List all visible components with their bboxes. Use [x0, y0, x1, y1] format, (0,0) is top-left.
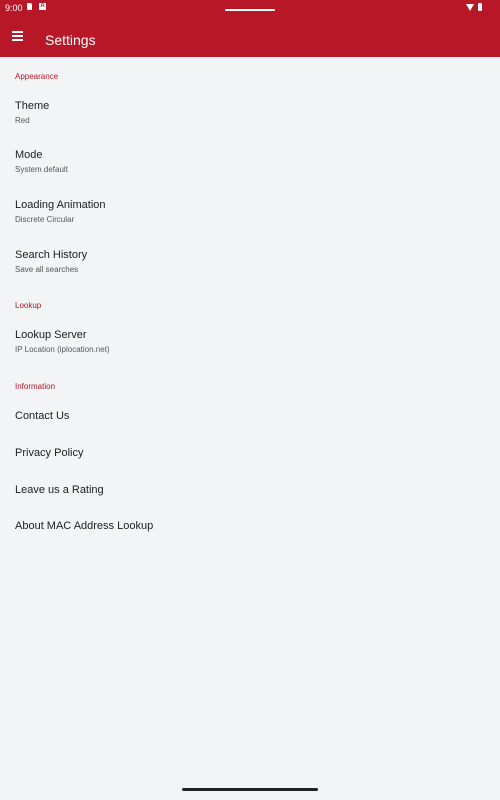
section-header-information: Information	[15, 382, 56, 391]
sim-card-icon	[27, 3, 32, 10]
setting-title-theme: Theme	[15, 100, 50, 112]
setting-item-privacy-policy[interactable]: Privacy Policy	[0, 435, 500, 472]
setting-value-loading-animation: Discrete Circular	[15, 215, 75, 224]
setting-item-mode[interactable]: Mode System default	[0, 137, 500, 186]
setting-title-lookup-server: Lookup Server	[15, 329, 87, 341]
menu-line	[12, 39, 23, 41]
accessibility-a-icon: A	[39, 3, 46, 10]
setting-item-lookup-server[interactable]: Lookup Server IP Location (iplocation.ne…	[0, 319, 500, 369]
hamburger-menu-icon[interactable]	[10, 25, 26, 45]
setting-value-lookup-server: IP Location (iplocation.net)	[15, 345, 110, 354]
setting-item-about[interactable]: About MAC Address Lookup	[0, 509, 500, 546]
status-right-icons	[466, 3, 482, 11]
menu-line	[12, 31, 23, 33]
setting-value-search-history: Save all searches	[15, 265, 79, 274]
section-header-appearance: Appearance	[15, 72, 59, 81]
setting-item-loading-animation[interactable]: Loading Animation Discrete Circular	[0, 186, 500, 235]
setting-item-search-history[interactable]: Search History Save all searches	[0, 235, 500, 285]
battery-icon	[478, 3, 482, 11]
status-bar-pill	[225, 9, 275, 11]
setting-item-leave-rating[interactable]: Leave us a Rating	[0, 472, 500, 509]
app-bar: Settings	[0, 16, 500, 57]
setting-title-search-history: Search History	[15, 249, 88, 261]
menu-line	[12, 35, 23, 37]
wifi-icon	[466, 3, 474, 11]
setting-value-theme: Red	[15, 116, 30, 125]
setting-title-about: About MAC Address Lookup	[15, 520, 154, 532]
setting-title-loading-animation: Loading Animation	[15, 199, 106, 211]
section-header-lookup: Lookup	[15, 301, 42, 310]
page-title: Settings	[45, 32, 96, 48]
setting-title-contact-us: Contact Us	[15, 410, 70, 422]
setting-title-privacy-policy: Privacy Policy	[15, 447, 84, 459]
status-bar: 9:00 A	[0, 0, 500, 16]
gesture-navigation-handle[interactable]	[182, 788, 318, 791]
status-left-icons: A	[27, 3, 46, 10]
setting-item-contact-us[interactable]: Contact Us	[0, 398, 500, 435]
setting-title-mode: Mode	[15, 149, 43, 161]
status-time: 9:00	[5, 3, 23, 13]
setting-value-mode: System default	[15, 165, 68, 174]
setting-item-theme[interactable]: Theme Red	[0, 88, 500, 137]
setting-title-leave-rating: Leave us a Rating	[15, 484, 104, 496]
